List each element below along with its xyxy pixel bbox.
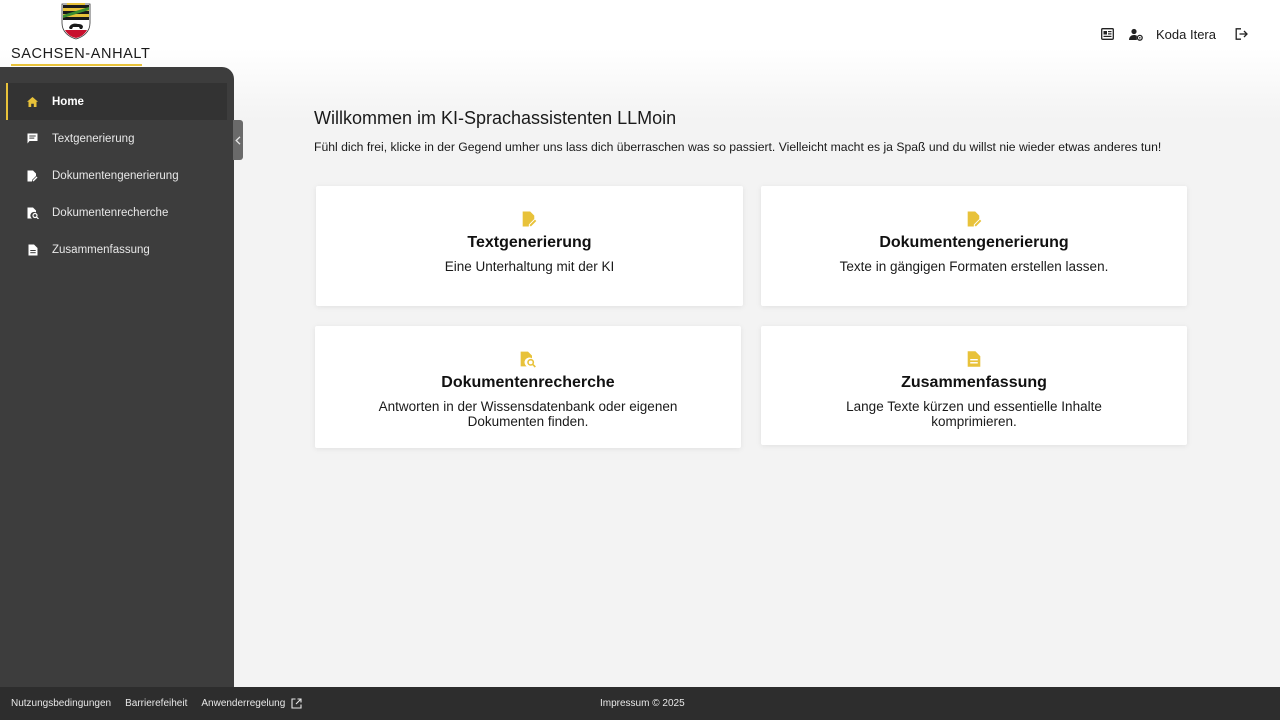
sidebar-item-dokumentenrecherche[interactable]: Dokumentenrecherche [6, 194, 227, 231]
sidebar-item-label: Dokumentengenerierung [52, 169, 179, 182]
card-dokumentenrecherche[interactable]: Dokumentenrecherche Antworten in der Wis… [315, 326, 741, 448]
edit-document-icon [316, 210, 743, 230]
card-description: Lange Texte kürzen und essentielle Inhal… [846, 399, 1102, 429]
footer-links: Nutzungsbedingungen Barrierefeiheit Anwe… [11, 698, 302, 709]
sidebar-item-label: Dokumentenrecherche [52, 206, 169, 219]
chevron-left-icon [235, 135, 241, 145]
card-zusammenfassung[interactable]: Zusammenfassung Lange Texte kürzen und e… [761, 326, 1187, 445]
sidebar-item-dokumentengenerierung[interactable]: Dokumentengenerierung [6, 157, 227, 194]
coat-of-arms-icon [61, 3, 91, 40]
page-title: Willkommen im KI-Sprachassistenten LLMoi… [314, 108, 677, 128]
footer: Nutzungsbedingungen Barrierefeiheit Anwe… [0, 687, 1280, 720]
external-link-icon[interactable] [291, 698, 302, 709]
home-icon [26, 95, 39, 108]
user-name[interactable]: Koda Itera [1156, 27, 1216, 42]
footer-link-anwenderregelung[interactable]: Anwenderregelung [201, 698, 285, 709]
footer-link-barrierefreiheit[interactable]: Barrierefeiheit [125, 698, 187, 709]
sidebar-collapse-button[interactable] [233, 120, 243, 160]
header-actions: Koda Itera [1098, 25, 1250, 43]
card-title: Textgenerierung [467, 234, 592, 251]
sidebar-item-textgenerierung[interactable]: Textgenerierung [6, 120, 227, 157]
edit-document-icon [761, 210, 1187, 230]
sidebar-nav: Home Textgenerierung Dokumentengenerieru… [6, 83, 227, 268]
document-icon [26, 243, 39, 256]
chat-icon [26, 132, 39, 145]
card-description: Texte in gängigen Formaten erstellen las… [839, 259, 1109, 274]
footer-impressum[interactable]: Impressum © 2025 [600, 698, 685, 709]
intro-text: Fühl dich frei, klicke in der Gegend umh… [314, 140, 1162, 154]
card-textgenerierung[interactable]: Textgenerierung Eine Unterhaltung mit de… [316, 186, 743, 306]
news-icon[interactable] [1098, 25, 1116, 43]
document-search-icon [315, 350, 741, 370]
footer-link-nutzungsbedingungen[interactable]: Nutzungsbedingungen [11, 698, 111, 709]
document-search-icon [26, 206, 39, 219]
sidebar-item-label: Home [52, 95, 84, 108]
logout-icon[interactable] [1232, 25, 1250, 43]
sidebar-item-zusammenfassung[interactable]: Zusammenfassung [6, 231, 227, 268]
logo-underline [11, 64, 142, 66]
sachsen-anhalt-logo[interactable]: SACHSEN-ANHALT [11, 3, 150, 66]
sidebar-item-home[interactable]: Home [6, 83, 227, 120]
card-title: Dokumentengenerierung [879, 234, 1069, 251]
sidebar-item-label: Zusammenfassung [52, 243, 150, 256]
card-title: Zusammenfassung [901, 374, 1047, 391]
card-description: Eine Unterhaltung mit der KI [444, 259, 615, 274]
sidebar: Home Textgenerierung Dokumentengenerieru… [0, 67, 234, 687]
card-description: Antworten in der Wissensdatenbank oder e… [378, 399, 678, 429]
document-icon [761, 350, 1187, 370]
edit-document-icon [26, 169, 39, 182]
user-settings-icon[interactable] [1127, 25, 1145, 43]
sidebar-item-label: Textgenerierung [52, 132, 135, 145]
logo-text: SACHSEN-ANHALT [11, 46, 151, 62]
card-dokumentengenerierung[interactable]: Dokumentengenerierung Texte in gängigen … [761, 186, 1187, 306]
card-title: Dokumentenrecherche [441, 374, 615, 391]
